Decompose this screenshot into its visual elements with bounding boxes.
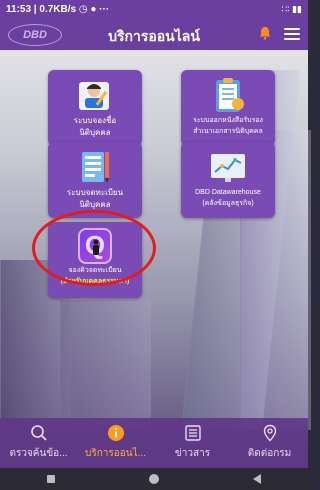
nav-label: บริการออนไ... [85, 448, 146, 459]
tile-sublabel: สำเนาเอกสารนิติบุคคล [193, 128, 263, 135]
nav-label: ตรวจค้นข้อ... [9, 448, 68, 459]
bell-icon[interactable] [258, 26, 272, 40]
chart-screen-icon [211, 154, 245, 182]
person-writing-icon [79, 82, 109, 110]
home-icon[interactable] [149, 474, 159, 484]
nav-item-news[interactable]: ข่าวสาร [154, 418, 231, 468]
info-icon [107, 425, 124, 441]
notepad-pencil-icon [82, 152, 109, 183]
bottom-nav: ตรวจค้นข้อ... บริการออนไ... ข่าวสาร ติดต… [0, 418, 308, 468]
location-icon [263, 424, 276, 442]
tile-sublabel: นิติบุคคล [79, 128, 111, 137]
tile-registration[interactable]: ระบบจดทะเบียน นิติบุคคล [48, 142, 142, 218]
tile-label: ระบบจดทะเบียน [66, 188, 124, 197]
status-time: 11:53 | 0.7KB/s ◷ ● ··· [6, 3, 110, 15]
tile-name-reservation[interactable]: ระบบจองชื่อ นิติบุคคล [48, 70, 142, 146]
app-header: DBD บริการออนไลน์ [0, 18, 308, 50]
tile-label: DBD Datawarehouse [195, 189, 261, 196]
recent-apps-icon[interactable] [47, 475, 55, 483]
status-bar: 11:53 | 0.7KB/s ◷ ● ··· ∷∶ ▮▮ [0, 0, 308, 18]
tile-datawarehouse[interactable]: DBD Datawarehouse (คลังข้อมูลธุรกิจ) [181, 142, 275, 218]
search-icon [30, 425, 47, 441]
tile-sublabel: นิติบุคคล [79, 200, 111, 209]
tile-label: ระบบจองชื่อ [73, 116, 117, 125]
building-graphic [60, 300, 151, 430]
nav-label: ติดต่อกรม [247, 448, 292, 459]
tile-certificate-request[interactable]: ระบบออกหนังสือรับรอง สำเนาเอกสารนิติบุคค… [181, 70, 275, 146]
news-icon [184, 425, 201, 441]
highlight-circle [32, 210, 156, 286]
nav-item-contact[interactable]: ติดต่อกรม [231, 418, 308, 468]
nav-item-online-services[interactable]: บริการออนไ... [77, 418, 154, 468]
nav-item-search[interactable]: ตรวจค้นข้อ... [0, 418, 77, 468]
tile-sublabel: (คลังข้อมูลธุรกิจ) [202, 200, 254, 207]
back-icon[interactable] [253, 474, 261, 484]
system-nav-bar [0, 468, 308, 490]
nav-label: ข่าวสาร [174, 448, 211, 459]
tile-label: ระบบออกหนังสือรับรอง [193, 117, 263, 124]
clipboard-checklist-icon [216, 78, 244, 112]
status-signal-battery: ∷∶ ▮▮ [281, 3, 302, 14]
hamburger-menu-icon[interactable] [284, 28, 300, 40]
